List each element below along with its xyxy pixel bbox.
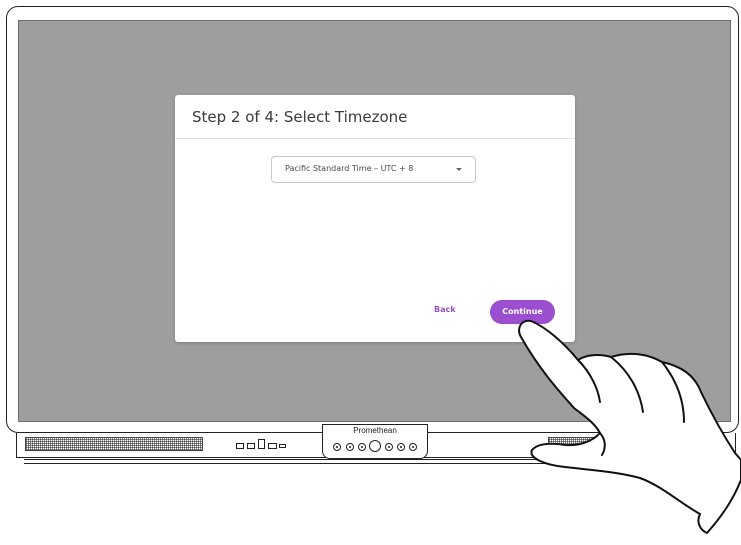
speaker-grille-left [25, 437, 203, 451]
control-button-icon[interactable] [409, 443, 417, 451]
continue-button[interactable]: Continue [490, 300, 555, 324]
setup-dialog: Step 2 of 4: Select Timezone Pacific Sta… [175, 95, 575, 342]
usb-c-port-icon [268, 443, 277, 449]
usb-port-icon [236, 443, 244, 449]
dialog-title: Step 2 of 4: Select Timezone [192, 108, 408, 126]
control-button-icon[interactable] [397, 443, 405, 451]
device-base [24, 459, 728, 464]
port-panel [236, 437, 288, 453]
control-button-icon[interactable] [333, 443, 341, 451]
control-button-icon[interactable] [346, 443, 354, 451]
hdmi-port-icon [258, 439, 265, 449]
control-button-icon[interactable] [385, 443, 393, 451]
usb-port-icon [247, 443, 255, 449]
brand-logo: Promethean [353, 426, 397, 435]
control-panel: Promethean [322, 424, 428, 459]
timezone-select[interactable]: Pacific Standard Time – UTC + 8 [271, 156, 476, 183]
speaker-grille-right [548, 437, 726, 451]
usb-c-port-icon [279, 444, 286, 448]
caret-down-icon [456, 168, 462, 171]
control-button-icon[interactable] [358, 443, 366, 451]
dialog-divider [175, 138, 575, 139]
power-button-icon[interactable] [369, 440, 381, 452]
timezone-select-value: Pacific Standard Time – UTC + 8 [285, 164, 414, 173]
back-button[interactable]: Back [434, 305, 456, 314]
